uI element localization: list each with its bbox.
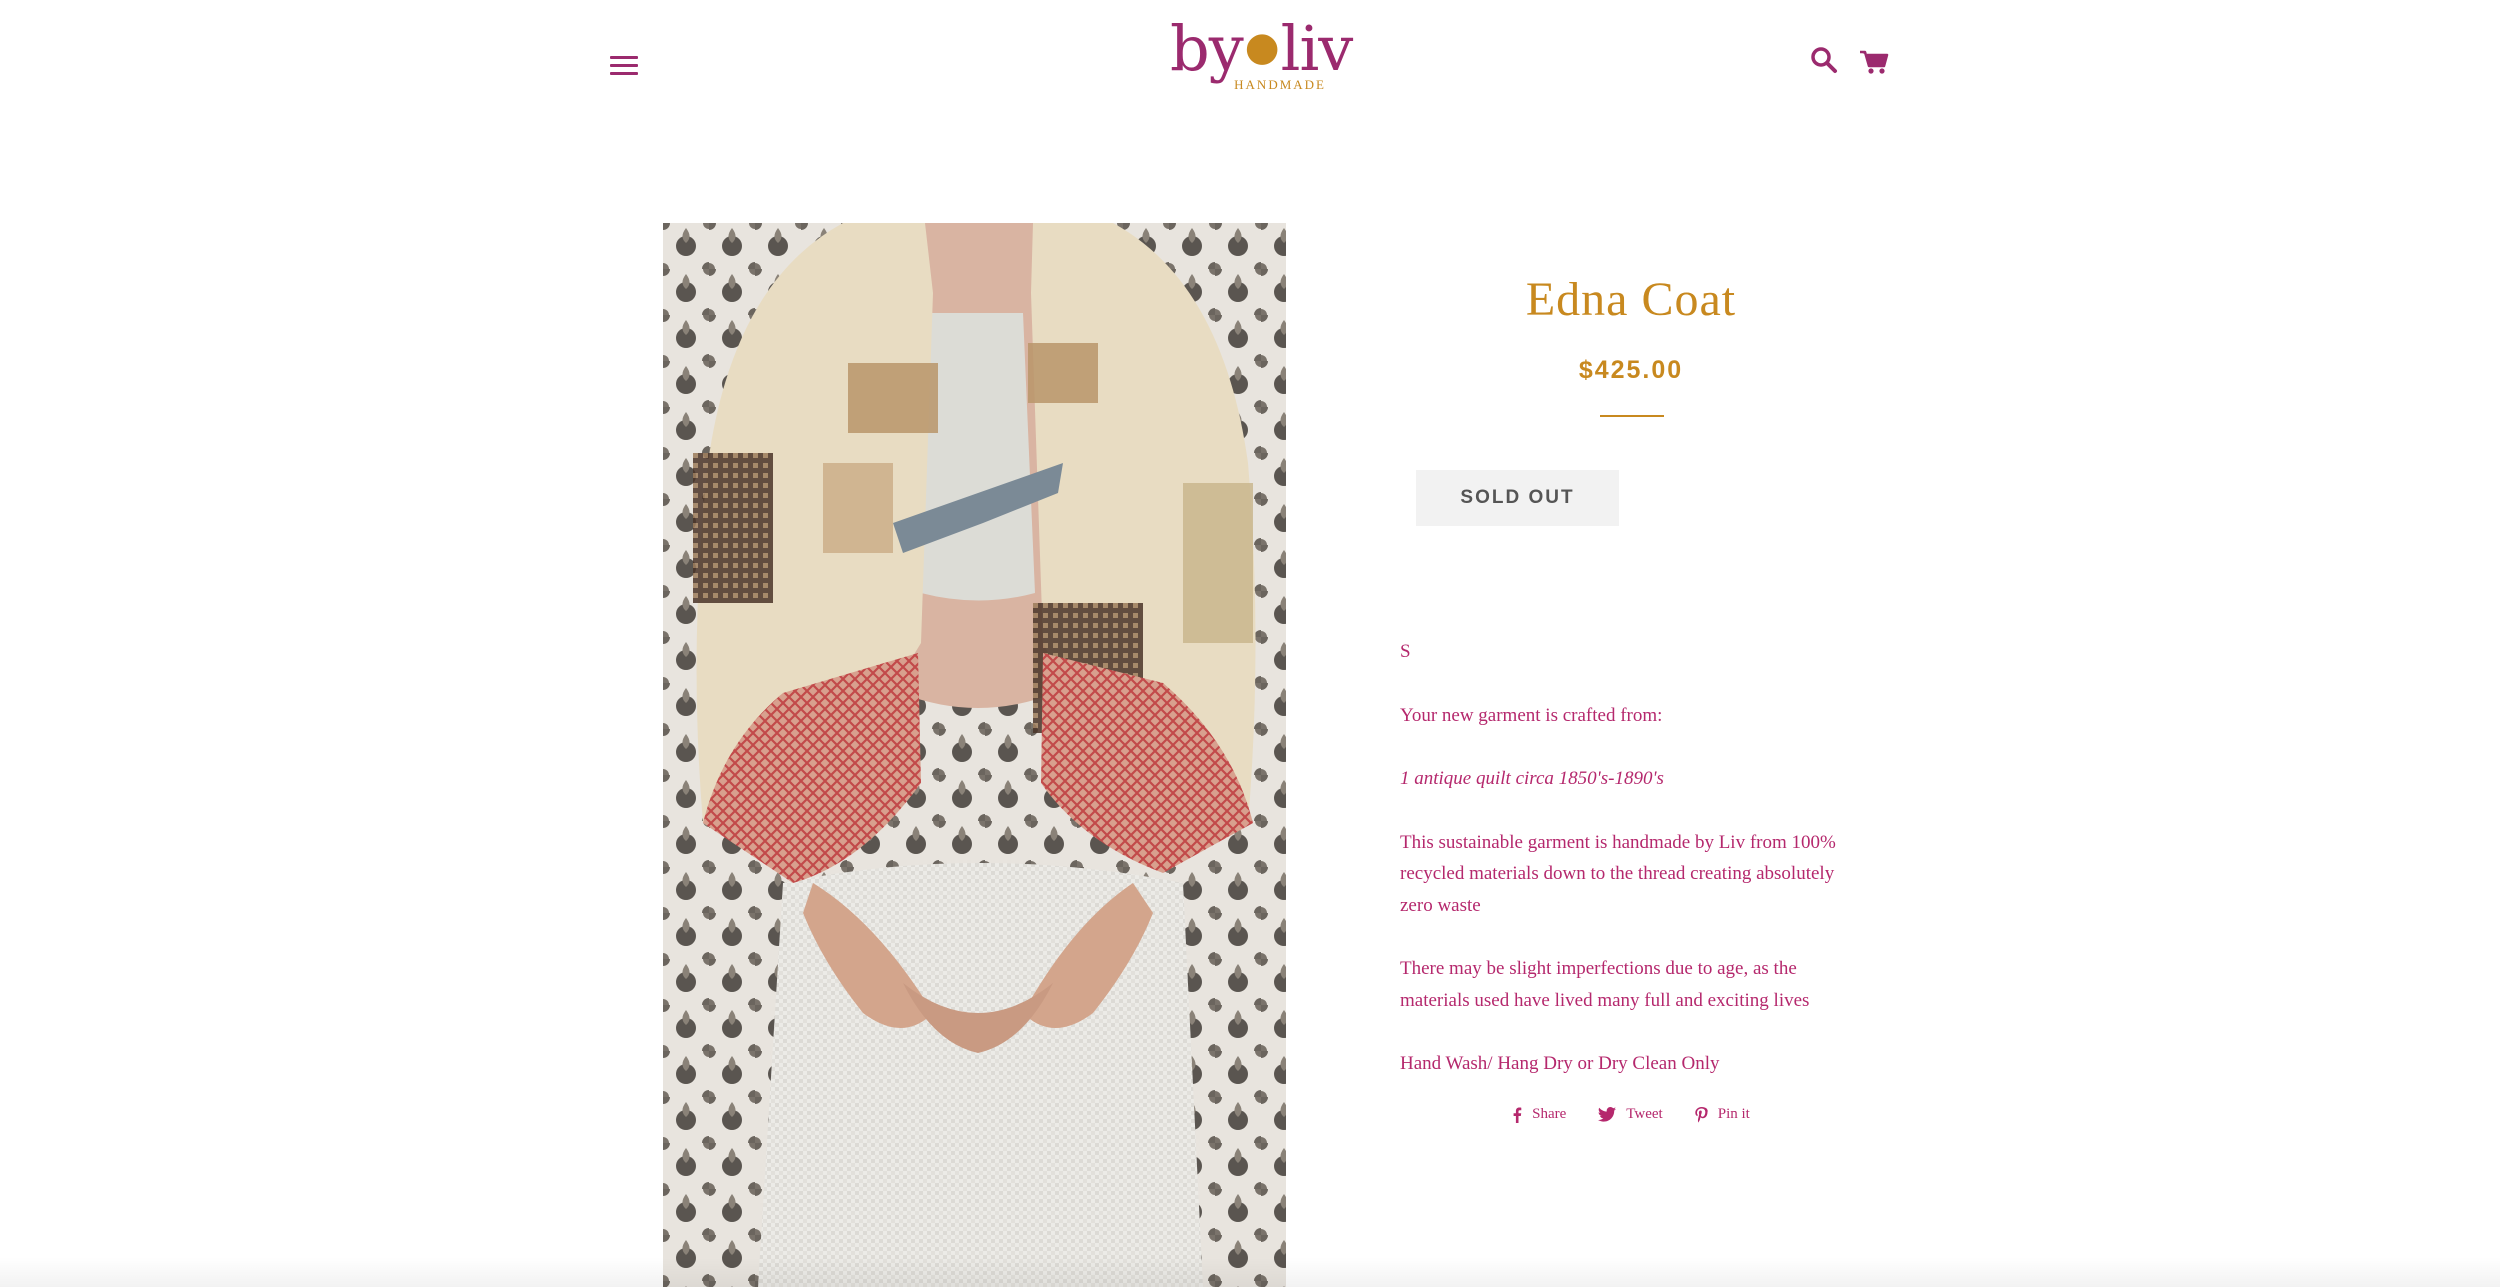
title-divider (1600, 415, 1664, 417)
product-image[interactable] (663, 223, 1286, 1287)
menu-bar (610, 56, 638, 59)
facebook-icon (1513, 1107, 1522, 1123)
size-text: S (1400, 641, 1411, 662)
sold-out-button[interactable]: SOLD OUT (1416, 470, 1619, 526)
imperfections-text: There may be slight imperfections due to… (1400, 958, 1810, 1011)
twitter-icon (1598, 1107, 1617, 1122)
product-title: Edna Coat (1525, 273, 1737, 326)
menu-button[interactable] (608, 48, 642, 82)
cart-button[interactable] (1856, 44, 1892, 78)
material-text: 1 antique quilt circa 1850's-1890's (1400, 768, 1664, 789)
tweet-label: Tweet (1626, 1106, 1663, 1122)
tweet-link[interactable]: Tweet (1598, 1106, 1663, 1123)
share-facebook-link[interactable]: Share (1512, 1106, 1566, 1123)
logo-word-left: by (1170, 12, 1244, 85)
crafted-from-text: Your new garment is crafted from: (1400, 704, 1663, 726)
sustainability-text: This sustainable garment is handmade by … (1400, 831, 1836, 916)
social-sharing: Share Tweet Pin it (1400, 1106, 1862, 1123)
product-photo (663, 223, 1286, 1287)
product-description: S Your new garment is crafted from: 1 an… (1400, 636, 1870, 1112)
search-button[interactable] (1808, 44, 1842, 78)
product-price: $425.00 (1578, 356, 1684, 384)
logo-word-right: liv (1280, 12, 1354, 85)
site-logo[interactable]: by●liv HANDMADE (1170, 18, 1353, 98)
share-label: Share (1532, 1106, 1567, 1122)
logo-dot: ● (1244, 24, 1280, 70)
site-header: by●liv HANDMADE (0, 0, 2500, 130)
pinterest-icon (1695, 1106, 1708, 1122)
search-icon (1811, 47, 1837, 73)
pin-it-link[interactable]: Pin it (1695, 1106, 1750, 1123)
menu-bar (610, 72, 638, 75)
care-text: Hand Wash/ Hang Dry or Dry Clean Only (1400, 1053, 1720, 1074)
cart-icon (1860, 50, 1889, 74)
logo-subtitle: HANDMADE (1234, 77, 1326, 92)
pin-it-label: Pin it (1717, 1106, 1750, 1122)
menu-bar (610, 64, 638, 67)
